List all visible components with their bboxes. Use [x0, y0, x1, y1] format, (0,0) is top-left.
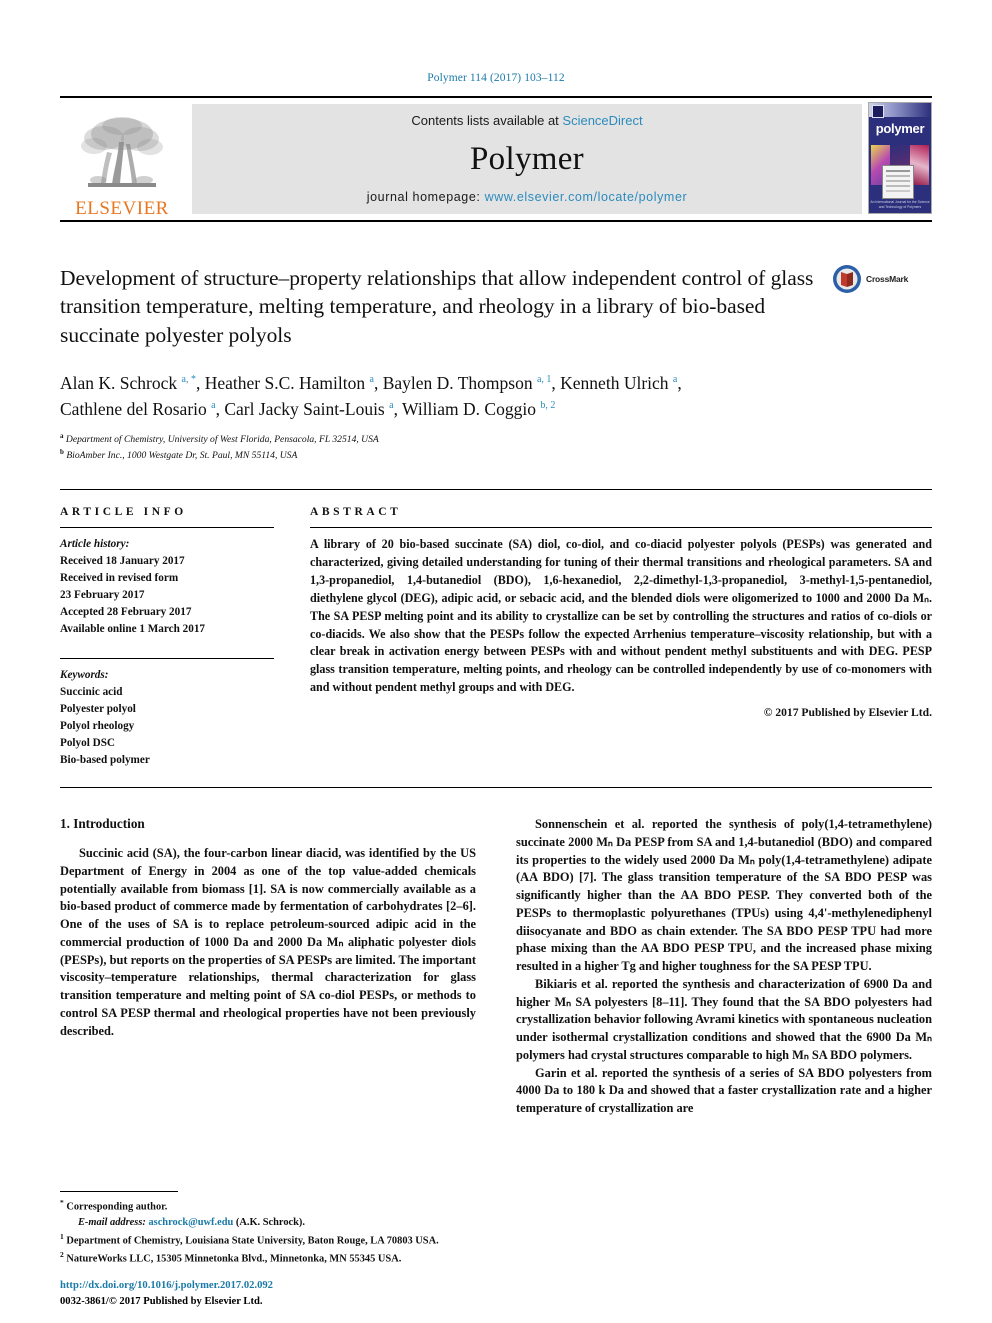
contents-lists-line: Contents lists available at ScienceDirec…: [411, 113, 642, 128]
homepage-prefix: journal homepage:: [366, 190, 485, 204]
journal-cover-thumbnail: polymer An International Journal for the…: [868, 102, 932, 214]
history-item: Accepted 28 February 2017: [60, 606, 192, 619]
footnote-1: 1 Department of Chemistry, Louisiana Sta…: [60, 1231, 466, 1249]
paragraph: Succinic acid (SA), the four-carbon line…: [60, 846, 476, 1038]
body-left-column: 1. Introduction Succinic acid (SA), the …: [60, 816, 476, 1117]
history-item: Received in revised form: [60, 572, 179, 585]
elsevier-wordmark: ELSEVIER: [75, 198, 169, 219]
title-block: Development of structure–property relati…: [60, 264, 932, 349]
author-affil-marker[interactable]: a: [211, 400, 215, 411]
doi-block: http://dx.doi.org/10.1016/j.polymer.2017…: [60, 1278, 273, 1309]
elsevier-tree-icon: [81, 117, 163, 187]
footnote-2-text: NatureWorks LLC, 15305 Minnetonka Blvd.,…: [66, 1253, 402, 1265]
footnote-rule: [60, 1191, 178, 1193]
article-info-column: ARTICLE INFO Article history: Received 1…: [60, 506, 310, 769]
keywords-group: Keywords: Succinic acid Polyester polyol…: [60, 667, 274, 769]
author-affil-marker[interactable]: b, 2: [540, 400, 555, 411]
masthead-center: Contents lists available at ScienceDirec…: [192, 104, 862, 214]
affiliation-b-text: BioAmber Inc., 1000 Westgate Dr, St. Pau…: [66, 450, 298, 462]
keyword-item[interactable]: Polyester polyol: [60, 701, 274, 718]
keyword-item[interactable]: Succinic acid: [60, 684, 274, 701]
body-columns: 1. Introduction Succinic acid (SA), the …: [60, 816, 932, 1117]
footnote-marker: 2: [60, 1249, 64, 1259]
keywords-rule: [60, 658, 274, 660]
email-link[interactable]: aschrock@uwf.edu: [148, 1217, 233, 1228]
crossmark-icon: [833, 265, 861, 293]
footnote-block: * Corresponding author. E-mail address: …: [60, 1191, 466, 1267]
paragraph: Garin et al. reported the synthesis of a…: [516, 1065, 932, 1116]
article-info-heading: ARTICLE INFO: [60, 506, 187, 519]
keyword-item[interactable]: Polyol rheology: [60, 718, 274, 735]
article-history-group: Article history: Received 18 January 201…: [60, 536, 274, 638]
author-affil-marker[interactable]: a: [673, 374, 677, 385]
keywords-label: Keywords:: [60, 669, 109, 682]
affiliation-a-text: Department of Chemistry, University of W…: [65, 434, 379, 446]
masthead-bottom-rule: [60, 220, 932, 222]
running-head: Polymer 114 (2017) 103–112: [427, 72, 565, 84]
crossmark-label: CrossMark: [866, 274, 909, 284]
article-history-label: Article history:: [60, 538, 130, 551]
paragraph: Bikiaris et al. reported the synthesis a…: [516, 976, 932, 1062]
cover-logo-square: [872, 105, 884, 118]
sciencedirect-link[interactable]: ScienceDirect: [562, 113, 642, 128]
author-affil-marker[interactable]: a: [389, 400, 393, 411]
author-list: Alan K. Schrock a, *, Heather S.C. Hamil…: [60, 373, 682, 420]
abstract-copyright: © 2017 Published by Elsevier Ltd.: [763, 706, 932, 720]
footnote-marker: 1: [60, 1231, 64, 1241]
affiliation-a: a Department of Chemistry, University of…: [60, 431, 379, 446]
journal-title: Polymer: [470, 140, 584, 177]
keyword-item[interactable]: Bio-based polymer: [60, 752, 274, 769]
history-item: Available online 1 March 2017: [60, 623, 206, 636]
issn-copyright: 0032-3861/© 2017 Published by Elsevier L…: [60, 1295, 263, 1307]
contents-prefix: Contents lists available at: [411, 113, 563, 128]
section-heading-introduction: 1. Introduction: [60, 816, 145, 832]
journal-homepage-link[interactable]: www.elsevier.com/locate/polymer: [485, 190, 688, 204]
email-suffix: (A.K. Schrock).: [235, 1217, 305, 1229]
author-affil-marker[interactable]: a, 1: [537, 374, 551, 385]
footnote-2: 2 NatureWorks LLC, 15305 Minnetonka Blvd…: [60, 1249, 466, 1267]
body-right-column: Sonnenschein et al. reported the synthes…: [516, 816, 932, 1117]
history-item: Received 18 January 2017: [60, 555, 185, 568]
email-label: E-mail address:: [78, 1217, 146, 1229]
crossmark-badge[interactable]: CrossMark: [832, 264, 932, 294]
article-info-rule: [60, 527, 274, 529]
page-title: Development of structure–property relati…: [60, 266, 814, 347]
body-top-rule: [60, 787, 932, 789]
keyword-item[interactable]: Polyol DSC: [60, 735, 274, 752]
article-page: Polymer 114 (2017) 103–112 ELSEVIER Cont…: [0, 0, 992, 1323]
journal-masthead: ELSEVIER Contents lists available at Sci…: [60, 96, 932, 220]
doi-link[interactable]: http://dx.doi.org/10.1016/j.polymer.2017…: [60, 1278, 273, 1293]
footnote-1-text: Department of Chemistry, Louisiana State…: [66, 1235, 439, 1247]
affiliation-b: b BioAmber Inc., 1000 Westgate Dr, St. P…: [60, 448, 298, 462]
elsevier-logo: ELSEVIER: [60, 98, 184, 220]
paragraph: Sonnenschein et al. reported the synthes…: [516, 817, 932, 974]
journal-homepage-line: journal homepage: www.elsevier.com/locat…: [367, 190, 688, 204]
affiliations: a Department of Chemistry, University of…: [60, 431, 932, 463]
footnote-email: E-mail address: aschrock@uwf.edu (A.K. S…: [60, 1215, 466, 1231]
history-item: 23 February 2017: [60, 589, 145, 602]
abstract-column: ABSTRACT A library of 20 bio-based succi…: [310, 506, 932, 769]
author-affil-marker[interactable]: a, *: [182, 374, 196, 385]
footnote-corresponding: * Corresponding author.: [60, 1197, 466, 1215]
cover-title: polymer: [875, 121, 925, 136]
info-abstract-region: ARTICLE INFO Article history: Received 1…: [60, 489, 932, 769]
author-affil-marker[interactable]: a: [369, 374, 373, 385]
abstract-text: A library of 20 bio-based succinate (SA)…: [310, 537, 932, 695]
cover-footer-text: An International Journal for the Science…: [870, 199, 930, 209]
abstract-rule: [310, 527, 932, 529]
footnote-marker: *: [60, 1198, 64, 1208]
footnote-corresponding-text: Corresponding author.: [66, 1201, 168, 1213]
cover-inset-figure: [882, 165, 914, 199]
abstract-heading: ABSTRACT: [310, 506, 402, 519]
